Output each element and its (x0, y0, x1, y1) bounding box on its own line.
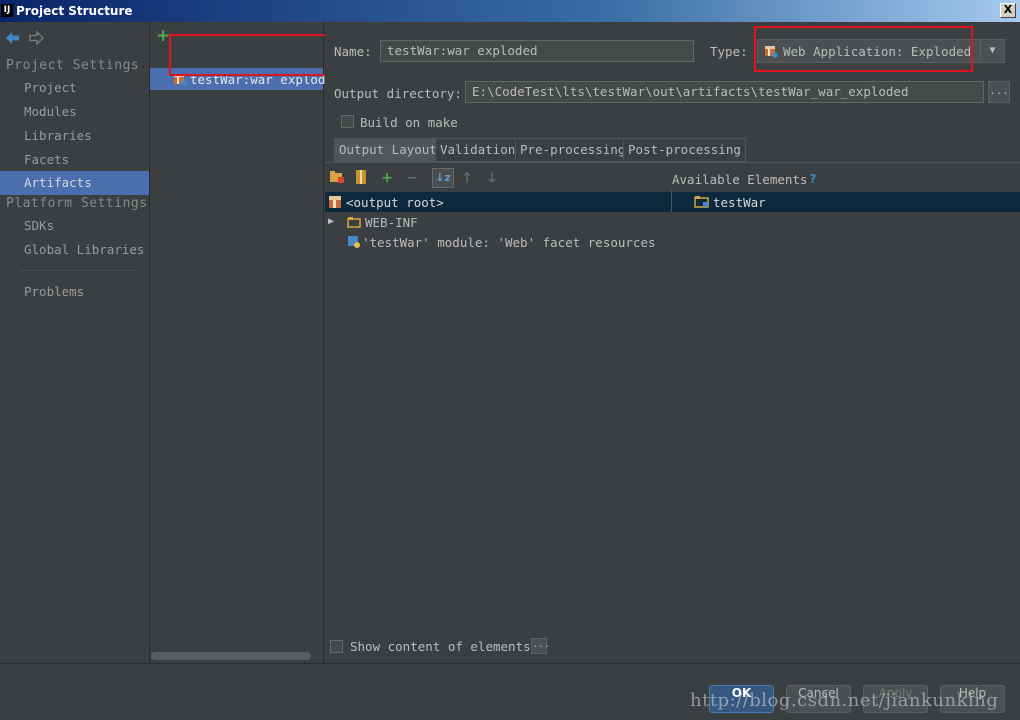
section-platform-settings: Platform Settings (6, 196, 148, 211)
window-title: Project Structure (16, 4, 133, 18)
tab-output-layout[interactable]: Output Layout (334, 138, 442, 162)
title-bar: IJ Project Structure X (0, 0, 1020, 22)
watermark: http://blog.csdn.net/jiankunking (690, 690, 999, 711)
back-arrow-icon[interactable] (5, 30, 21, 46)
name-label: Name: (334, 44, 372, 59)
move-up-icon[interactable]: 🡑 (458, 169, 476, 187)
module-folder-icon (694, 195, 709, 209)
folder-icon (347, 215, 361, 229)
tree-item-web-inf[interactable]: WEB-INF (365, 215, 418, 230)
nav-item-sdks[interactable]: SDKs (0, 214, 149, 238)
settings-nav: Project Settings Project Modules Librari… (0, 22, 150, 663)
build-on-make-label: Build on make (360, 115, 458, 130)
browse-button[interactable]: ... (988, 81, 1010, 103)
expand-arrow-icon[interactable]: ▶ (328, 216, 334, 227)
nav-item-modules[interactable]: Modules (0, 100, 149, 124)
nav-item-global-libraries[interactable]: Global Libraries (0, 238, 149, 262)
nav-item-facets[interactable]: Facets (0, 148, 149, 172)
web-facet-icon (347, 235, 361, 249)
section-project-settings: Project Settings (6, 58, 140, 73)
move-down-icon[interactable]: 🡓 (483, 169, 501, 187)
add-element-icon[interactable]: + (378, 169, 396, 187)
new-directory-icon[interactable] (328, 169, 346, 187)
remove-element-icon[interactable]: − (403, 169, 421, 187)
show-content-more-button[interactable]: ... (531, 638, 550, 654)
forward-arrow-icon[interactable] (28, 30, 44, 46)
tab-validation[interactable]: Validation (435, 138, 521, 162)
type-label: Type: (710, 44, 748, 59)
nav-item-libraries[interactable]: Libraries (0, 124, 149, 148)
nav-divider (20, 270, 136, 271)
output-directory-field[interactable]: E:\CodeTest\lts\testWar\out\artifacts\te… (465, 81, 984, 103)
create-archive-icon[interactable] (352, 169, 370, 187)
tree-item-output-root[interactable]: <output root> (346, 195, 444, 210)
available-item-testwar[interactable]: testWar (713, 195, 766, 210)
tree-item-facet-resources[interactable]: 'testWar' module: 'Web' facet resources (362, 235, 656, 250)
nav-item-artifacts[interactable]: Artifacts (0, 171, 149, 195)
help-icon[interactable]: ? (809, 171, 817, 186)
tab-post-processing[interactable]: Post-processing (623, 138, 746, 162)
nav-item-project[interactable]: Project (0, 76, 149, 100)
app-icon: IJ (1, 4, 13, 17)
available-elements-label: Available Elements (672, 172, 808, 187)
panel-splitter[interactable] (671, 190, 672, 212)
nav-item-problems[interactable]: Problems (0, 280, 149, 304)
sort-icon[interactable]: ↓z (432, 168, 454, 188)
dialog-buttons: OK Cancel Apply Help http://blog.csdn.ne… (0, 663, 1020, 720)
artifact-details: Name: testWar:war exploded Type: Web App… (325, 22, 1020, 663)
tab-pre-processing[interactable]: Pre-processing (515, 138, 631, 162)
artifact-list: + testWar:war exploded (150, 22, 341, 663)
show-content-checkbox[interactable] (330, 640, 343, 653)
close-button[interactable]: X (1000, 3, 1016, 18)
build-on-make-checkbox[interactable] (341, 115, 354, 128)
highlight-box-artifact (169, 34, 335, 76)
show-content-label: Show content of elements (350, 639, 531, 654)
war-icon (328, 195, 342, 209)
chevron-down-icon[interactable]: ▼ (980, 40, 1004, 62)
horizontal-scrollbar[interactable] (151, 652, 311, 660)
output-directory-label: Output directory: (334, 86, 462, 101)
tab-divider (325, 162, 1020, 163)
highlight-box-type (754, 26, 973, 72)
name-field[interactable]: testWar:war exploded (380, 40, 694, 62)
